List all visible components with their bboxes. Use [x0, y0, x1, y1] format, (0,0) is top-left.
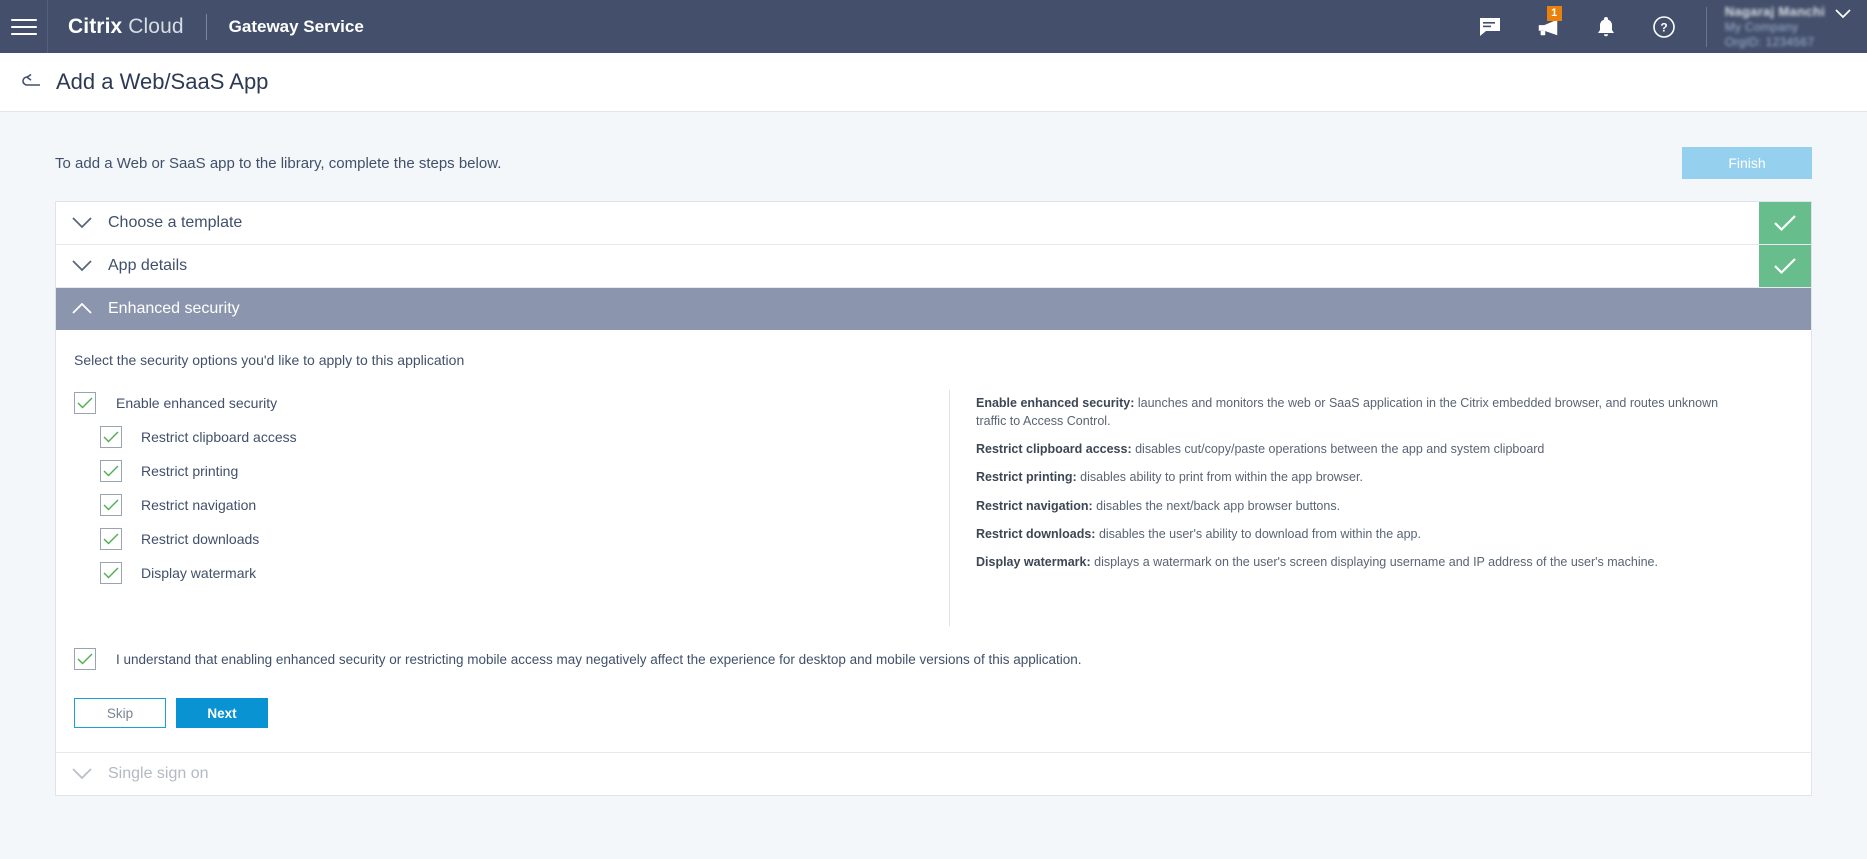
accordion-header-choose-template[interactable]: Choose a template	[56, 202, 1811, 244]
svg-text:?: ?	[1660, 20, 1667, 34]
accordion-section-choose-template: Choose a template	[56, 202, 1811, 245]
checkbox-row-restrict-clipboard-access[interactable]: Restrict clipboard access	[100, 426, 297, 448]
checkbox-row-restrict-downloads[interactable]: Restrict downloads	[100, 528, 259, 550]
accordion-label-enhanced-security: Enhanced security	[108, 300, 240, 317]
help-paragraph-restrict-navigation: Restrict navigation: disables the next/b…	[976, 497, 1751, 515]
user-orgid-label: OrgID: 1234567	[1724, 35, 1815, 49]
checkbox-label-enable-enhanced-security: Enable enhanced security	[116, 395, 278, 411]
skip-button[interactable]: Skip	[74, 698, 166, 728]
chevron-down-icon	[56, 260, 108, 272]
wizard-accordion: Choose a template App details Enhanced s…	[55, 201, 1812, 796]
help-desc: disables ability to print from within th…	[1076, 470, 1363, 485]
checkbox-label-display-watermark: Display watermark	[141, 565, 257, 581]
user-name-label: Nagaraj Manchi	[1724, 4, 1825, 19]
top-bar-icon-group: 1 ?	[1478, 5, 1676, 39]
checkbox-restrict-printing[interactable]	[100, 460, 122, 482]
accordion-section-app-details: App details	[56, 245, 1811, 288]
next-button[interactable]: Next	[176, 698, 268, 728]
notifications-bell-icon[interactable]	[1594, 15, 1618, 39]
chevron-up-icon	[56, 303, 108, 315]
user-account-menu[interactable]: Nagaraj Manchi My Company OrgID: 1234567	[1725, 4, 1867, 49]
back-arrow-icon[interactable]	[18, 69, 44, 95]
chevron-down-icon	[1835, 6, 1851, 24]
brand-logo[interactable]: Citrix Cloud	[68, 15, 184, 39]
checkbox-label-restrict-printing: Restrict printing	[141, 463, 239, 479]
accordion-label-app-details: App details	[108, 257, 188, 274]
brand-citrix-text: Citrix	[68, 14, 123, 38]
top-navigation-bar: Citrix Cloud Gateway Service 1 ? Nagaraj…	[0, 0, 1867, 53]
checkbox-label-restrict-downloads: Restrict downloads	[141, 531, 260, 547]
help-term: Restrict printing:	[976, 470, 1077, 485]
checkbox-enable-enhanced-security[interactable]	[74, 392, 96, 414]
section-complete-check-icon	[1759, 202, 1811, 244]
help-paragraph-restrict-clipboard-access: Restrict clipboard access: disables cut/…	[976, 440, 1751, 458]
help-desc: disables the next/back app browser butto…	[1092, 498, 1341, 513]
checkbox-row-restrict-printing[interactable]: Restrict printing	[100, 460, 238, 482]
checkbox-row-display-watermark[interactable]: Display watermark	[100, 562, 256, 584]
feedback-icon[interactable]	[1478, 15, 1502, 39]
panel-columns: Enable enhanced security Restrict clipbo…	[56, 390, 1811, 626]
brand-divider	[205, 13, 207, 40]
page-title: Add a Web/SaaS App	[56, 69, 269, 94]
checkbox-restrict-clipboard-access[interactable]	[100, 426, 122, 448]
accordion-header-app-details[interactable]: App details	[56, 245, 1811, 287]
accordion-header-single-sign-on[interactable]: Single sign on	[56, 753, 1811, 795]
accordion-section-enhanced-security: Enhanced security Select the security op…	[56, 288, 1811, 753]
help-paragraph-display-watermark: Display watermark: displays a watermark …	[976, 553, 1751, 571]
help-term: Restrict navigation:	[976, 498, 1093, 513]
help-desc: disables the user's ability to download …	[1095, 526, 1421, 541]
security-help-column: Enable enhanced security: launches and m…	[976, 390, 1811, 626]
help-paragraph-enable-enhanced-security: Enable enhanced security: launches and m…	[976, 394, 1751, 430]
help-question-icon[interactable]: ?	[1652, 15, 1676, 39]
checkbox-restrict-navigation[interactable]	[100, 494, 122, 516]
help-term: Restrict downloads:	[976, 526, 1096, 541]
checkbox-label-restrict-navigation: Restrict navigation	[141, 497, 257, 513]
top-bar-right-cluster: 1 ? Nagaraj Manchi My Company OrgID: 123…	[1478, 0, 1867, 53]
help-paragraph-restrict-printing: Restrict printing: disables ability to p…	[976, 468, 1751, 486]
checkbox-display-watermark[interactable]	[100, 562, 122, 584]
brand-cloud-text: Cloud	[128, 14, 184, 38]
acknowledgement-row[interactable]: I understand that enabling enhanced secu…	[56, 648, 1082, 670]
hamburger-menu-icon[interactable]	[0, 0, 48, 53]
security-options-column: Enable enhanced security Restrict clipbo…	[74, 390, 949, 626]
help-term: Restrict clipboard access:	[976, 442, 1132, 457]
announcements-megaphone-icon[interactable]: 1	[1536, 5, 1562, 39]
panel-vertical-divider	[949, 390, 950, 626]
help-desc: displays a watermark on the user's scree…	[1090, 554, 1658, 569]
help-term: Enable enhanced security:	[976, 396, 1135, 410]
user-company-label: My Company	[1724, 20, 1799, 34]
accordion-header-enhanced-security[interactable]: Enhanced security	[56, 288, 1811, 330]
page-content: To add a Web or SaaS app to the library,…	[0, 112, 1867, 859]
panel-subtitle: Select the security options you'd like t…	[74, 352, 465, 368]
panel-button-row: Skip Next	[56, 698, 1811, 752]
help-term: Display watermark:	[976, 554, 1091, 569]
help-desc: disables cut/copy/paste operations betwe…	[1131, 442, 1545, 457]
accordion-section-single-sign-on: Single sign on	[56, 753, 1811, 795]
intro-row: To add a Web or SaaS app to the library,…	[55, 112, 1812, 201]
section-complete-check-icon	[1759, 245, 1811, 287]
checkbox-restrict-downloads[interactable]	[100, 528, 122, 550]
finish-button[interactable]: Finish	[1682, 147, 1812, 179]
checkbox-row-restrict-navigation[interactable]: Restrict navigation	[100, 494, 256, 516]
acknowledgement-label: I understand that enabling enhanced secu…	[116, 651, 1082, 667]
chevron-down-icon	[56, 768, 108, 780]
help-paragraph-restrict-downloads: Restrict downloads: disables the user's …	[976, 525, 1751, 543]
service-name-label: Gateway Service	[228, 16, 364, 36]
accordion-label-single-sign-on: Single sign on	[108, 765, 209, 782]
user-info-lines: Nagaraj Manchi My Company OrgID: 1234567	[1725, 4, 1825, 49]
user-divider	[1705, 6, 1707, 47]
checkbox-acknowledgement[interactable]	[74, 648, 96, 670]
checkbox-row-enable-enhanced-security[interactable]: Enable enhanced security	[74, 392, 277, 414]
accordion-label-choose-template: Choose a template	[108, 214, 243, 231]
announcements-badge-count: 1	[1546, 5, 1562, 21]
checkbox-label-restrict-clipboard-access: Restrict clipboard access	[141, 429, 297, 445]
intro-instruction-text: To add a Web or SaaS app to the library,…	[55, 154, 502, 172]
enhanced-security-panel: Select the security options you'd like t…	[56, 330, 1811, 752]
chevron-down-icon	[56, 217, 108, 229]
page-title-bar: Add a Web/SaaS App	[0, 53, 1867, 112]
